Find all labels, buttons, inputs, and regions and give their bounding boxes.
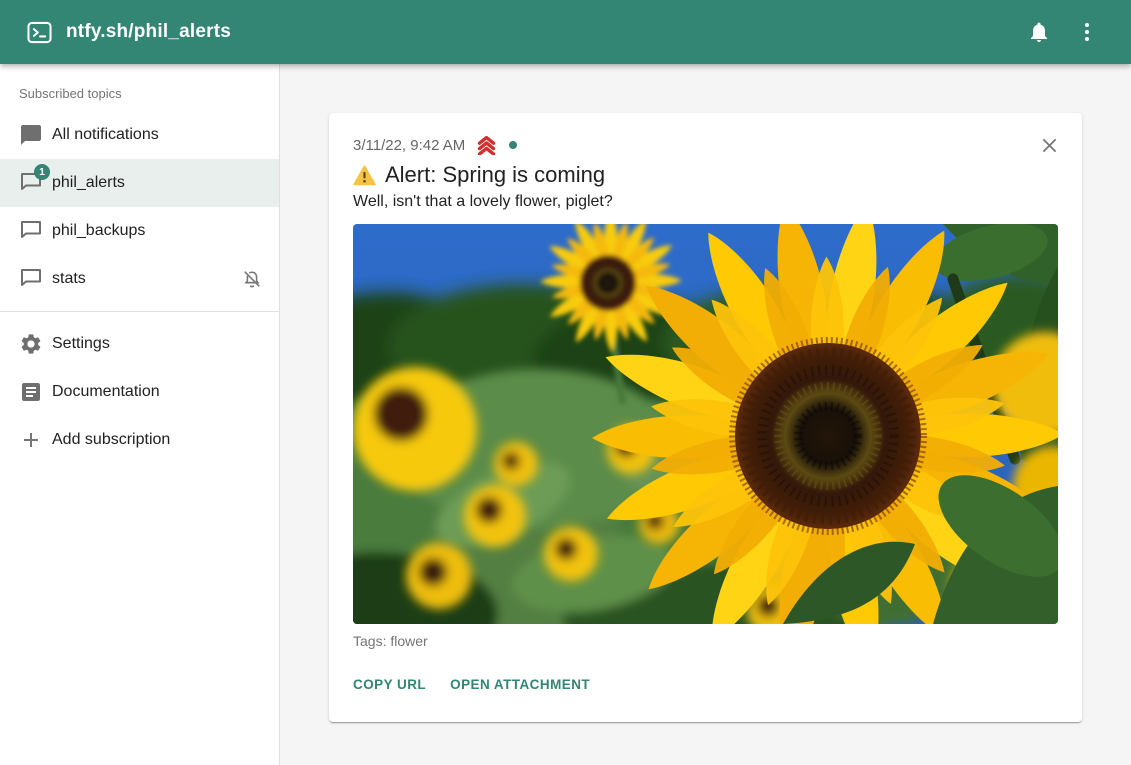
notification-tags: Tags: flower <box>353 633 1058 649</box>
warning-triangle-icon <box>353 165 376 186</box>
chat-bubble-filled-icon <box>19 123 43 147</box>
sidebar-item-settings[interactable]: Settings <box>0 320 279 368</box>
sidebar-item-documentation[interactable]: Documentation <box>0 368 279 416</box>
sidebar-item-all-notifications[interactable]: All notifications <box>0 111 279 159</box>
kebab-menu-icon <box>1075 20 1099 44</box>
chat-bubble-outline-icon: 1 <box>19 171 43 195</box>
app-bar: ntfy.sh/phil_alerts <box>0 0 1131 64</box>
article-icon <box>19 380 43 404</box>
sidebar-item-label: Settings <box>52 335 263 353</box>
sidebar-item-phil-alerts[interactable]: 1 phil_alerts <box>0 159 279 207</box>
sidebar-item-label: phil_backups <box>52 222 263 240</box>
sidebar-item-stats[interactable]: stats <box>0 255 279 303</box>
sidebar-item-label: phil_alerts <box>52 174 263 192</box>
unread-count-badge: 1 <box>34 164 50 180</box>
notification-meta: 3/11/22, 9:42 AM <box>353 135 1058 155</box>
sidebar-divider <box>0 311 279 312</box>
content-area: 3/11/22, 9:42 AM Alert <box>280 64 1131 765</box>
sidebar-item-label: Add subscription <box>52 431 263 449</box>
notifications-muted-icon <box>241 268 263 290</box>
copy-url-button[interactable]: COPY URL <box>353 671 434 698</box>
sidebar-item-phil-backups[interactable]: phil_backups <box>0 207 279 255</box>
notification-body: Well, isn't that a lovely flower, piglet… <box>353 193 1058 211</box>
sidebar: Subscribed topics All notifications 1 ph… <box>0 64 280 765</box>
page-title: ntfy.sh/phil_alerts <box>66 21 231 43</box>
bell-icon <box>1027 20 1051 44</box>
overflow-menu-button[interactable] <box>1067 12 1107 52</box>
chat-bubble-outline-icon <box>19 267 43 291</box>
timestamp: 3/11/22, 9:42 AM <box>353 137 465 154</box>
chat-bubble-outline-icon <box>19 219 43 243</box>
close-icon <box>1039 135 1060 156</box>
notifications-bell-button[interactable] <box>1019 12 1059 52</box>
unread-dot <box>509 141 517 149</box>
notification-title: Alert: Spring is coming <box>385 162 605 188</box>
dismiss-notification-button[interactable] <box>1035 131 1063 159</box>
sidebar-item-label: All notifications <box>52 126 263 144</box>
notification-card: 3/11/22, 9:42 AM Alert <box>329 113 1082 722</box>
open-attachment-button[interactable]: OPEN ATTACHMENT <box>450 671 598 698</box>
sidebar-item-label: Documentation <box>52 383 263 401</box>
gear-icon <box>19 332 43 356</box>
terminal-logo-icon <box>26 19 53 46</box>
subscribed-topics-label: Subscribed topics <box>0 72 279 111</box>
attachment-image[interactable] <box>353 224 1058 624</box>
sidebar-item-add-subscription[interactable]: Add subscription <box>0 416 279 464</box>
notification-actions: COPY URL OPEN ATTACHMENT <box>353 671 1058 698</box>
sidebar-item-label: stats <box>52 270 241 288</box>
max-priority-icon <box>474 135 499 155</box>
notification-title-row: Alert: Spring is coming <box>353 162 1058 188</box>
plus-icon <box>19 428 43 452</box>
